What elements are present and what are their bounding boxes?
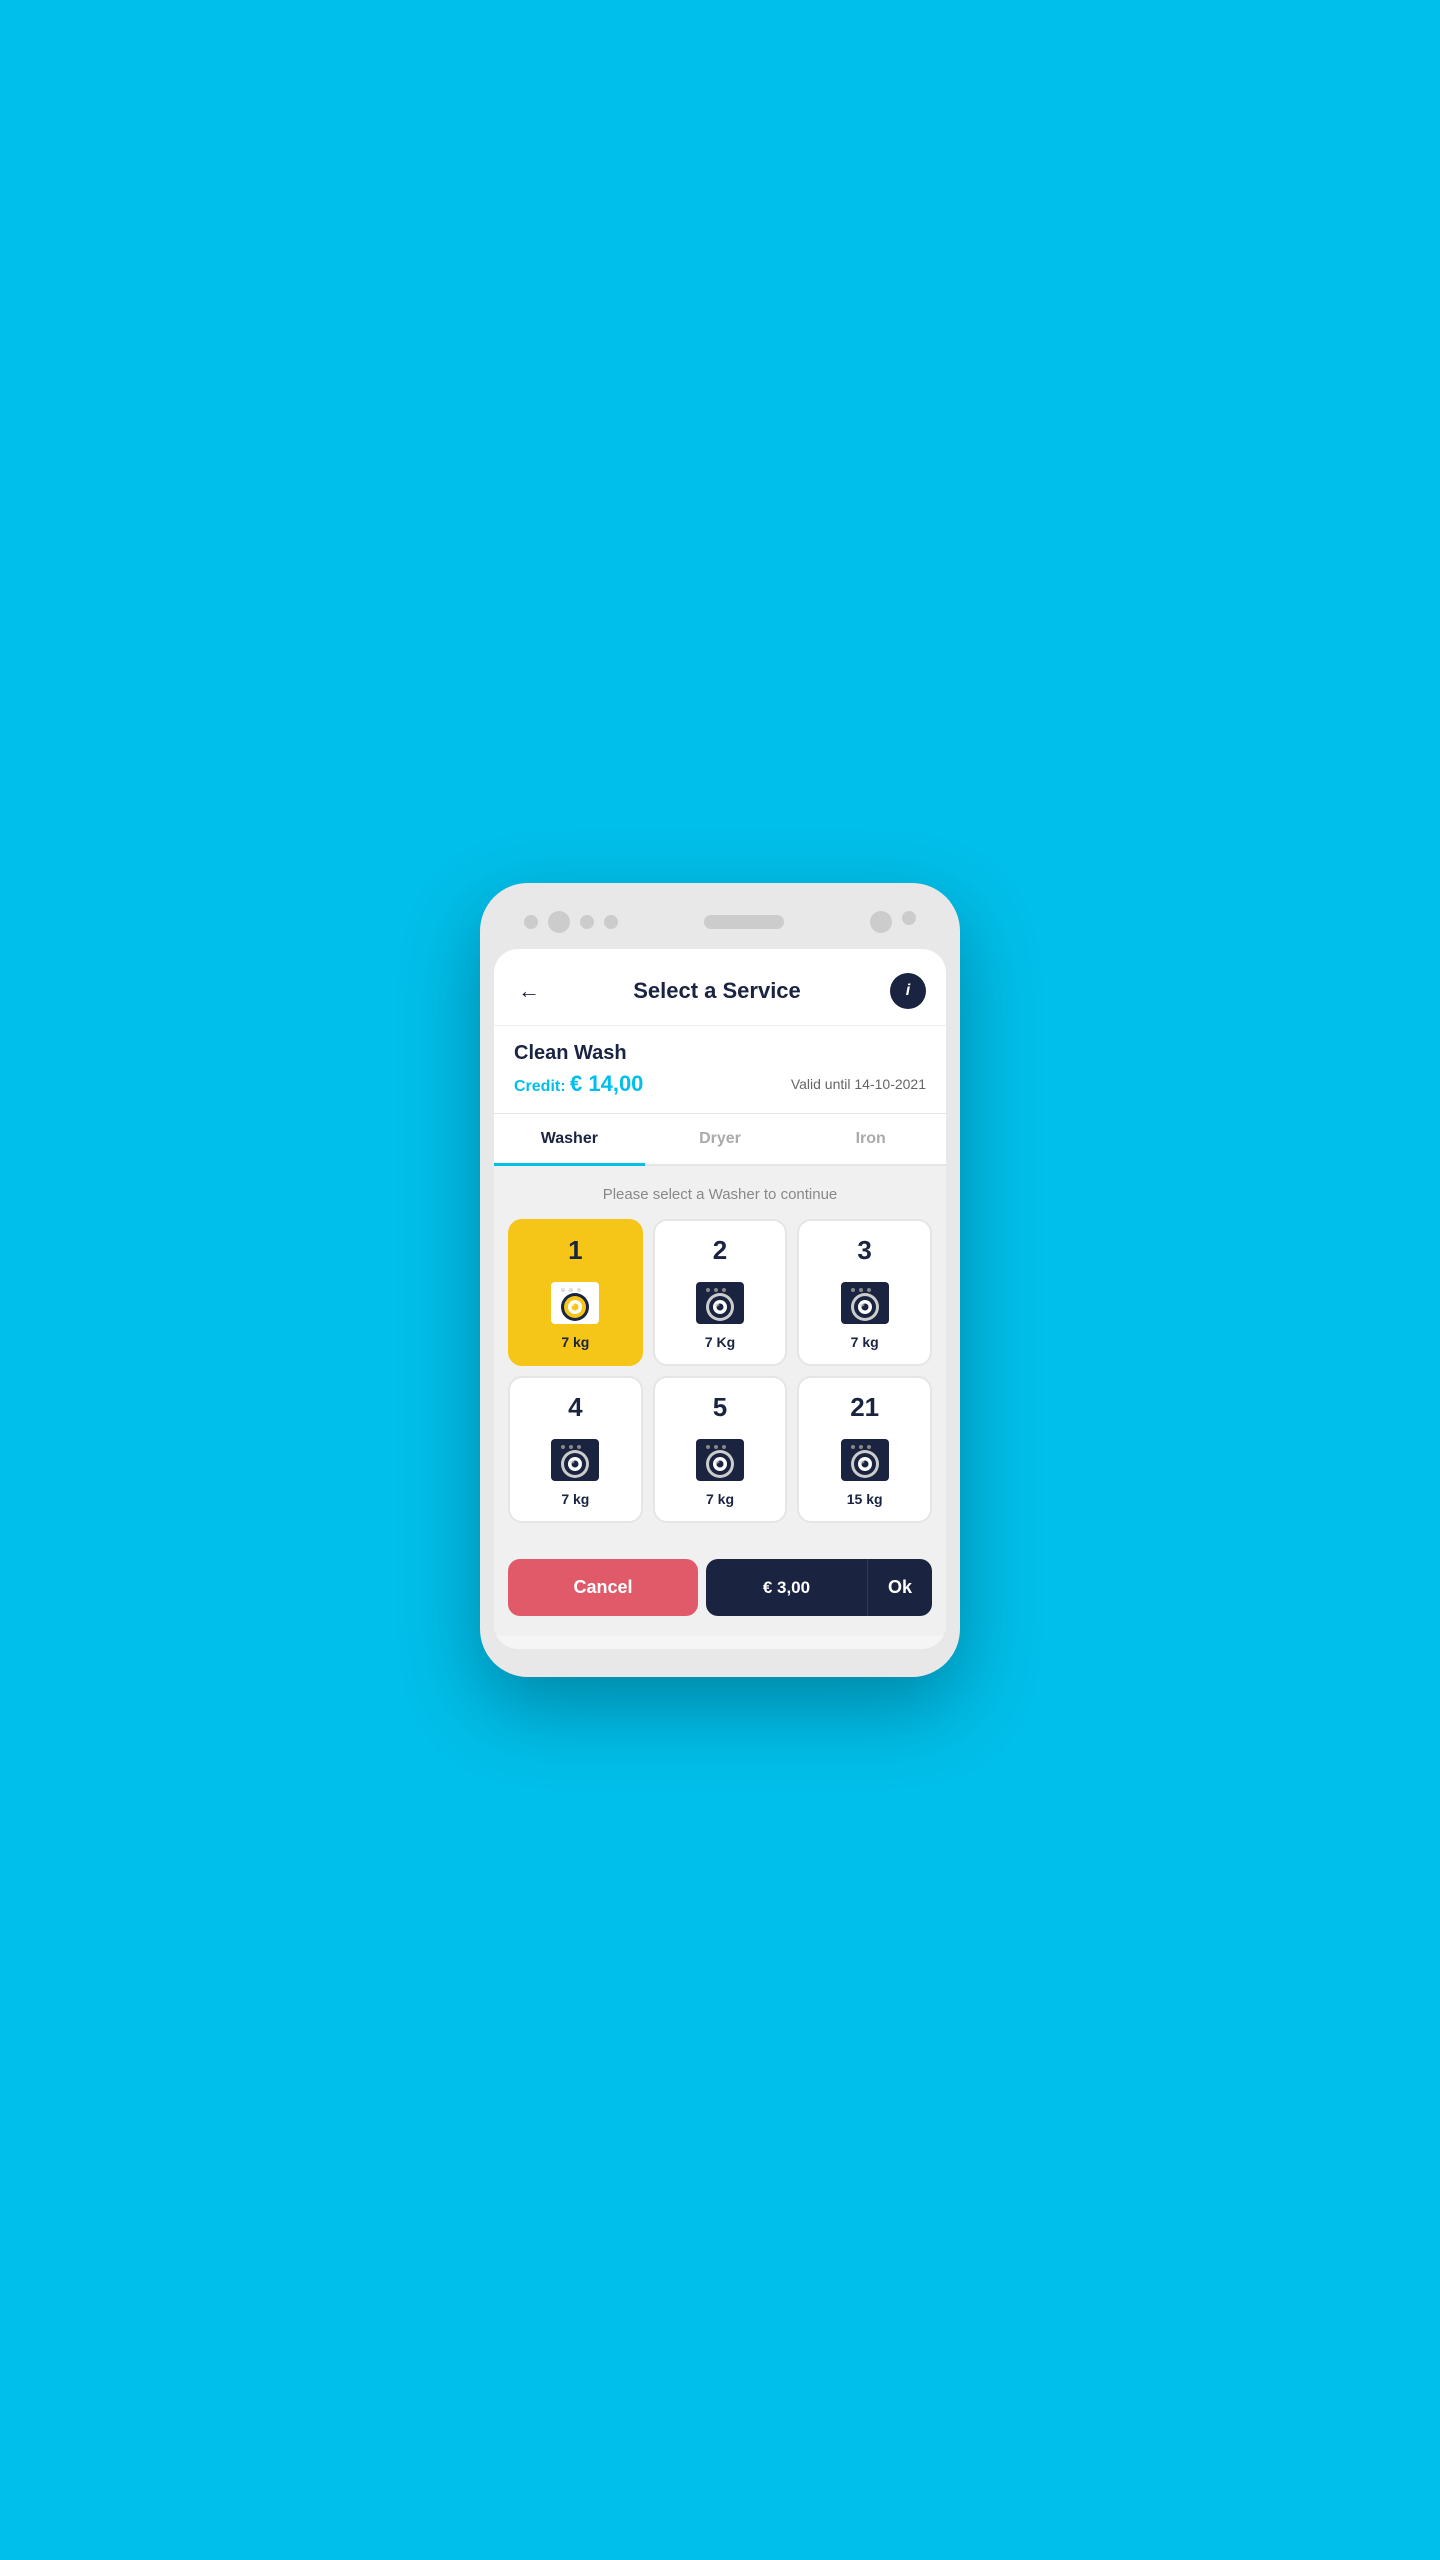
phone-top-bar <box>494 911 946 949</box>
credit-label: Credit: <box>514 1078 566 1095</box>
washer-number: 3 <box>857 1235 871 1266</box>
washer-card-3[interactable]: 3 7 kg <box>797 1219 932 1366</box>
washer-weight: 7 kg <box>561 1491 589 1507</box>
washer-number: 2 <box>713 1235 727 1266</box>
tabs-bar: Washer Dryer Iron <box>494 1114 946 1166</box>
washer-card-5[interactable]: 5 7 kg <box>653 1376 788 1523</box>
cancel-button[interactable]: Cancel <box>508 1559 698 1616</box>
washer-card-4[interactable]: 4 7 kg <box>508 1376 643 1523</box>
credit-info: Credit: € 14,00 <box>514 1071 643 1097</box>
washer-card-1[interactable]: 1 7 kg <box>508 1219 643 1366</box>
washer-number: 1 <box>568 1235 582 1266</box>
grid-instruction: Please select a Washer to continue <box>508 1186 932 1203</box>
back-button[interactable]: ← <box>514 974 544 1008</box>
washer-grid-area: Please select a Washer to continue 1 <box>494 1166 946 1543</box>
app-header: ← Select a Service i <box>494 949 946 1026</box>
washer-number: 5 <box>713 1392 727 1423</box>
washer-card-2[interactable]: 2 7 Kg <box>653 1219 788 1366</box>
camera-group <box>524 911 618 933</box>
washer-machine-icon <box>547 1272 603 1328</box>
ok-button[interactable]: Ok <box>867 1559 932 1616</box>
flash-dot <box>902 911 916 925</box>
washer-card-21[interactable]: 21 15 kg <box>797 1376 932 1523</box>
phone-screen: ← Select a Service i Clean Wash Credit: … <box>494 949 946 1649</box>
washer-machine-icon <box>692 1429 748 1485</box>
washer-machine-icon <box>547 1429 603 1485</box>
sensor-dot2 <box>604 915 618 929</box>
price-button[interactable]: € 3,00 <box>706 1559 867 1616</box>
phone-frame: ← Select a Service i Clean Wash Credit: … <box>480 883 960 1677</box>
washer-grid: 1 7 kg 2 <box>508 1219 932 1523</box>
page-title: Select a Service <box>544 978 890 1004</box>
valid-until-label: Valid until 14-10-2021 <box>791 1076 926 1092</box>
credit-amount: € 14,00 <box>570 1071 643 1096</box>
tab-washer[interactable]: Washer <box>494 1114 645 1164</box>
service-info-section: Clean Wash Credit: € 14,00 Valid until 1… <box>494 1026 946 1114</box>
tab-iron[interactable]: Iron <box>795 1114 946 1164</box>
washer-number: 21 <box>850 1392 879 1423</box>
service-name: Clean Wash <box>514 1042 926 1065</box>
camera-right-lens <box>870 911 892 933</box>
washer-weight: 7 Kg <box>705 1334 735 1350</box>
bottom-bar: Cancel € 3,00 Ok <box>494 1543 946 1636</box>
washer-weight: 15 kg <box>847 1491 883 1507</box>
camera-dot <box>524 915 538 929</box>
washer-machine-icon <box>837 1429 893 1485</box>
washer-weight: 7 kg <box>851 1334 879 1350</box>
washer-machine-icon <box>837 1272 893 1328</box>
sensor-dot <box>580 915 594 929</box>
washer-weight: 7 kg <box>706 1491 734 1507</box>
credit-row: Credit: € 14,00 Valid until 14-10-2021 <box>514 1071 926 1097</box>
info-button[interactable]: i <box>890 973 926 1009</box>
camera-lens <box>548 911 570 933</box>
washer-weight: 7 kg <box>561 1334 589 1350</box>
speaker <box>704 915 784 929</box>
tab-dryer[interactable]: Dryer <box>645 1114 796 1164</box>
camera-right <box>870 911 916 933</box>
washer-machine-icon <box>692 1272 748 1328</box>
washer-number: 4 <box>568 1392 582 1423</box>
